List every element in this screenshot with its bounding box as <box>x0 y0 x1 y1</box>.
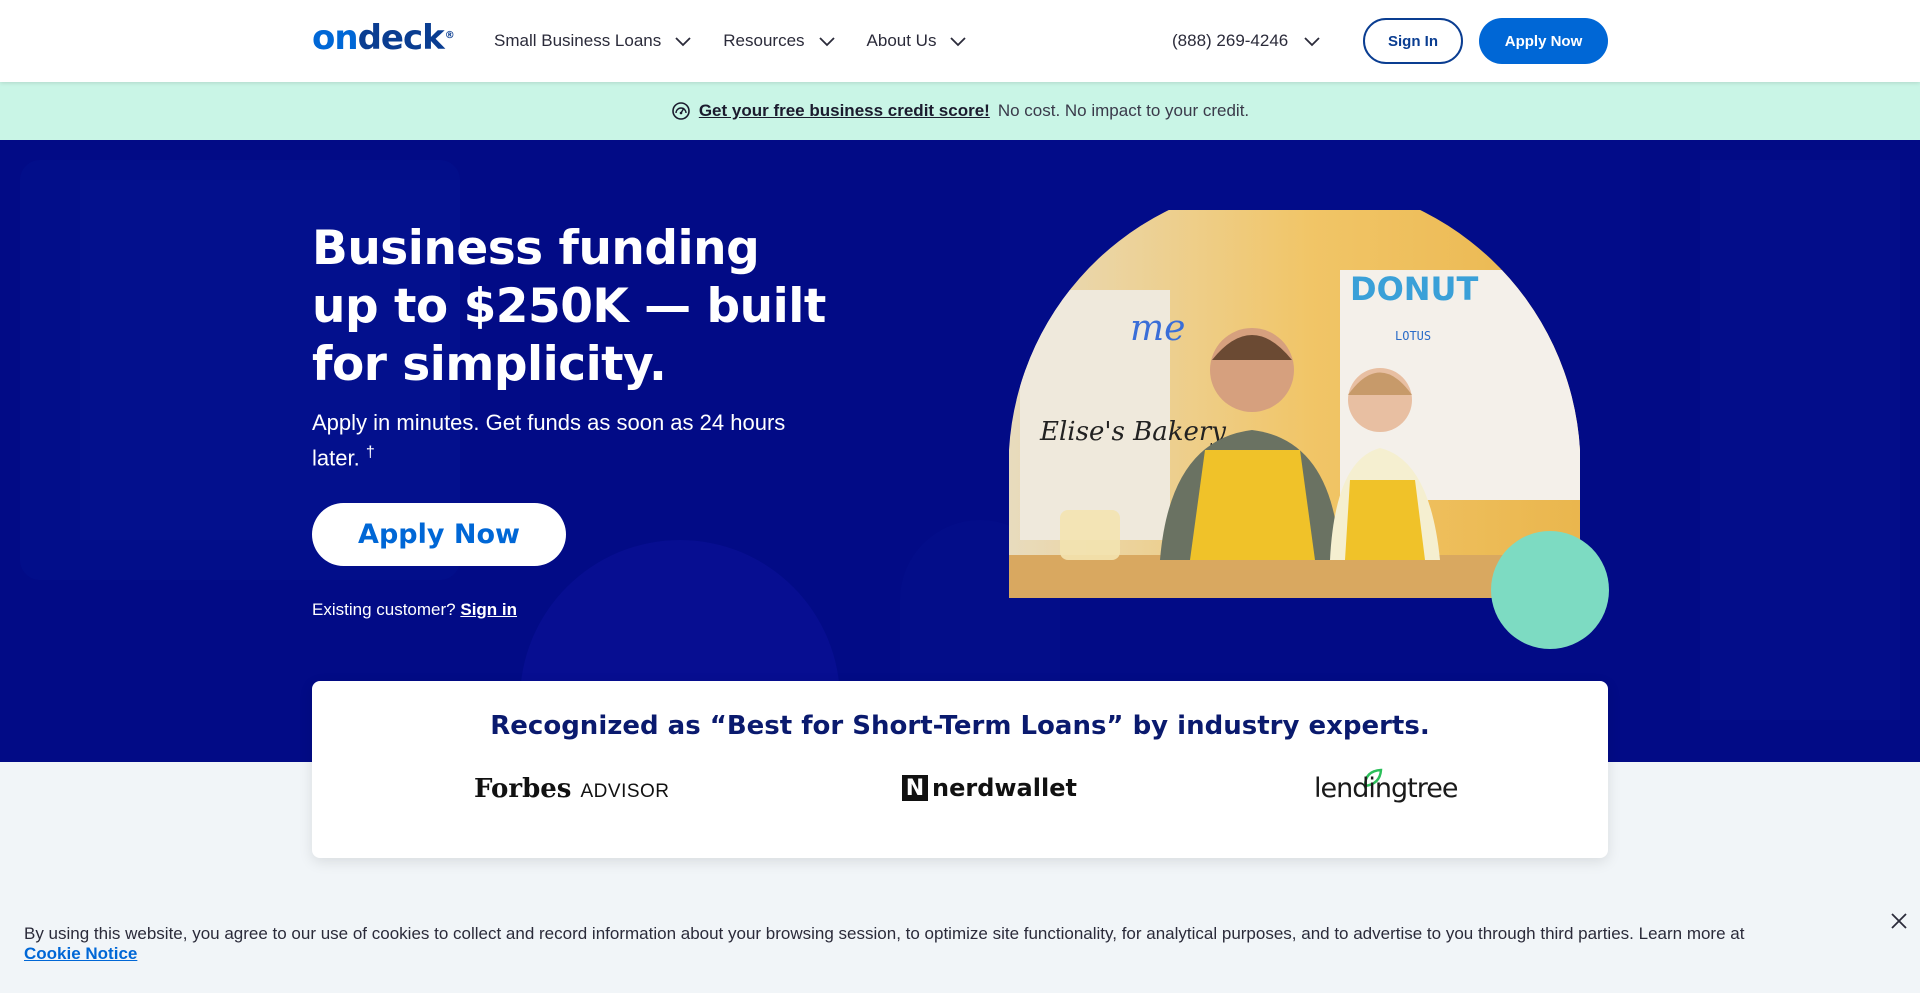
photo-sign-donut: DONUT <box>1350 270 1479 308</box>
nav-label: About Us <box>866 31 937 50</box>
promo-banner: Get your free business credit score! No … <box>0 82 1920 140</box>
nav-label: Resources <box>723 31 805 50</box>
recognition-card: Recognized as “Best for Short-Term Loans… <box>312 681 1608 858</box>
photo-sign-shop: Elise's Bakery <box>1039 417 1226 447</box>
cookie-text: By using this website, you agree to our … <box>24 924 1745 963</box>
credit-score-icon <box>672 102 690 120</box>
phone-dropdown[interactable]: (888) 269-4246 <box>1172 0 1322 82</box>
hero-subtitle: Apply in minutes. Get funds as soon as 2… <box>312 410 786 471</box>
main-nav: Small Business Loans Resources About Us <box>494 0 968 82</box>
recognition-title: Recognized as “Best for Short-Term Loans… <box>490 711 1430 741</box>
chevron-down-icon <box>818 37 835 47</box>
hero-title: Business funding up to $250K — built for… <box>312 221 826 392</box>
existing-sign-in-link[interactable]: Sign in <box>460 600 517 619</box>
close-icon[interactable] <box>1890 912 1908 930</box>
chevron-down-icon <box>675 37 691 47</box>
site-header: ondeck® Small Business Loans Resources A… <box>0 0 1920 82</box>
apply-now-hero-button[interactable]: Apply Now <box>312 503 566 566</box>
free-credit-score-link[interactable]: Get your free business credit score! <box>699 101 990 121</box>
ondeck-logo[interactable]: ondeck® <box>312 20 455 56</box>
existing-customer-text: Existing customer? Sign in <box>312 600 518 619</box>
apply-now-header-button[interactable]: Apply Now <box>1479 18 1608 64</box>
promo-text: No cost. No impact to your credit. <box>997 101 1250 120</box>
cookie-banner: By using this website, you agree to our … <box>0 900 1920 993</box>
photo-sign-me: me <box>1130 308 1185 349</box>
chevron-down-icon <box>950 37 967 47</box>
nav-small-business-loans[interactable]: Small Business Loans <box>494 31 693 51</box>
hero-background-pattern <box>0 140 1920 762</box>
nav-label: Small Business Loans <box>494 31 662 50</box>
dagger-footnote: † <box>365 444 375 461</box>
lendingtree-logo: lendingtree <box>1314 773 1458 804</box>
nerdwallet-logo: Nnerdwallet <box>902 774 1077 802</box>
phone-number: (888) 269-4246 <box>1172 31 1289 50</box>
hero-photo: DONUT me LOTUS Elise's Bakery <box>1009 210 1609 649</box>
forbes-advisor-logo: Forbes ADVISOR <box>474 774 670 804</box>
mint-circle-bottom <box>1491 531 1609 649</box>
nav-about-us[interactable]: About Us <box>867 31 969 51</box>
cookie-notice-link[interactable]: Cookie Notice <box>24 944 137 963</box>
nav-resources[interactable]: Resources <box>723 31 836 51</box>
sign-in-button[interactable]: Sign In <box>1363 18 1463 64</box>
chevron-down-icon <box>1304 37 1320 47</box>
hero-section: Business funding up to $250K — built for… <box>0 140 1920 762</box>
photo-sign-menu: LOTUS <box>1395 329 1431 343</box>
